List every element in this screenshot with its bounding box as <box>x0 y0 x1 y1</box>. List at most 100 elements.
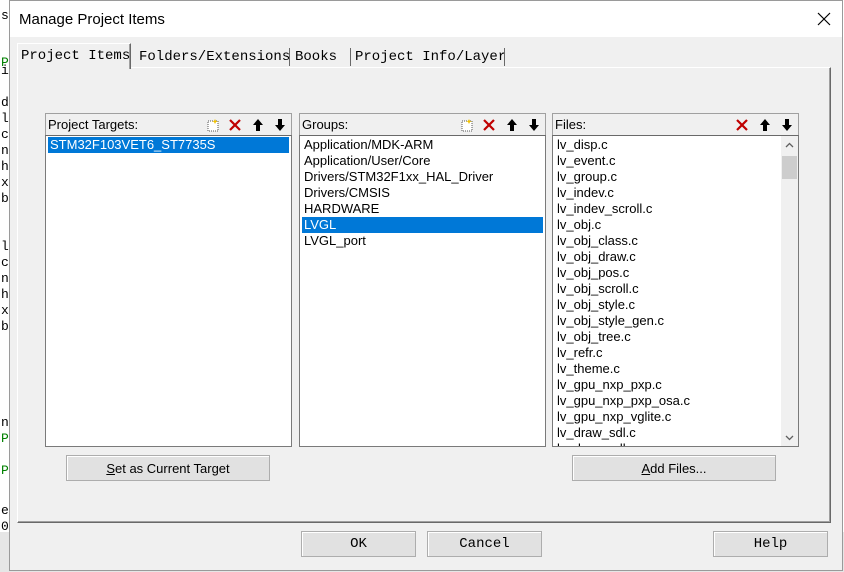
dialog-title: Manage Project Items <box>19 11 165 28</box>
background-code-glyph: x <box>1 303 9 318</box>
groups-header: Groups: <box>299 113 546 135</box>
scroll-up-button[interactable] <box>781 136 798 153</box>
tab-folders-extensions[interactable]: Folders/Extensions <box>136 46 293 68</box>
tab-project-items[interactable]: Project Items <box>17 43 131 69</box>
cancel-button[interactable]: Cancel <box>427 531 542 557</box>
move-file-up-button[interactable] <box>755 115 775 134</box>
move-group-down-button[interactable] <box>524 115 544 134</box>
list-item[interactable]: Application/User/Core <box>302 153 543 169</box>
list-item[interactable]: lv_draw_sdl_... <box>555 441 779 446</box>
background-code-glyph: b <box>1 319 9 334</box>
scroll-thumb[interactable] <box>782 156 797 179</box>
background-code-glyph: e <box>1 503 9 518</box>
background-code-glyph: h <box>1 159 9 174</box>
list-item[interactable]: STM32F103VET6_ST7735S <box>48 137 289 153</box>
delete-file-button[interactable] <box>732 115 752 134</box>
files-listbox[interactable]: lv_draw_sdl_...lv_draw_sdl.clv_gpu_nxp_v… <box>552 135 799 447</box>
list-item[interactable]: lv_obj_style.c <box>555 297 779 313</box>
background-code-glyph: h <box>1 287 9 302</box>
list-item[interactable]: LVGL <box>302 217 543 233</box>
files-label: Files: <box>555 117 587 132</box>
move-group-up-button[interactable] <box>502 115 522 134</box>
new-item-icon <box>461 118 473 131</box>
targets-label: Project Targets: <box>48 117 139 132</box>
set-current-target-access-key: S <box>106 460 115 476</box>
list-item[interactable]: Drivers/STM32F1xx_HAL_Driver <box>302 169 543 185</box>
background-code-glyph: i <box>1 63 9 78</box>
background-code-glyph: n <box>1 143 9 158</box>
manage-project-items-dialog: Manage Project Items Project Items Folde… <box>9 0 843 571</box>
list-item[interactable]: lv_indev_scroll.c <box>555 201 779 217</box>
background-code-glyph: b <box>1 191 9 206</box>
background-code-glyph: s <box>1 8 9 23</box>
help-button[interactable]: Help <box>713 531 828 557</box>
list-item[interactable]: lv_gpu_nxp_pxp.c <box>555 377 779 393</box>
delete-icon <box>483 118 495 131</box>
move-file-down-button[interactable] <box>777 115 797 134</box>
groups-listbox[interactable]: LVGL_port LVGL HARDWARE Drivers/CMSIS Driver… <box>299 135 546 447</box>
new-group-button[interactable] <box>457 115 477 134</box>
list-item[interactable]: LVGL_port <box>302 233 543 249</box>
background-code-glyph: d <box>1 95 9 110</box>
tab-separator <box>504 48 505 66</box>
list-item[interactable]: lv_event.c <box>555 153 779 169</box>
list-item[interactable]: lv_obj_pos.c <box>555 265 779 281</box>
targets-listbox[interactable]: STM32F103VET6_ST7735S <box>45 135 292 447</box>
list-item[interactable]: lv_obj_class.c <box>555 233 779 249</box>
chevron-up-icon <box>785 142 794 147</box>
list-item[interactable]: lv_obj_style_gen.c <box>555 313 779 329</box>
list-item[interactable]: lv_obj_tree.c <box>555 329 779 345</box>
background-code-glyph: c <box>1 127 9 142</box>
arrow-down-icon <box>275 118 285 131</box>
groups-label: Groups: <box>302 117 349 132</box>
background-code-glyph: x <box>1 175 9 190</box>
delete-group-button[interactable] <box>479 115 499 134</box>
list-item[interactable]: lv_gpu_nxp_pxp_osa.c <box>555 393 779 409</box>
add-files-label: dd Files... <box>650 460 707 476</box>
tab-project-info-layer[interactable]: Project Info/Layer <box>352 46 509 68</box>
move-target-down-button[interactable] <box>270 115 290 134</box>
background-code-glyph: c <box>1 255 9 270</box>
background-code-glyph: P <box>1 463 9 478</box>
new-item-icon <box>207 118 219 131</box>
close-button[interactable] <box>810 5 838 33</box>
set-current-target-button[interactable]: Set as Current Target <box>66 455 270 481</box>
background-code-glyph: l <box>1 239 9 254</box>
add-files-access-key: A <box>641 460 651 476</box>
title-bar: Manage Project Items <box>10 1 842 37</box>
background-code-glyph: l <box>1 111 9 126</box>
list-item[interactable]: lv_draw_sdl.c <box>555 425 779 441</box>
list-item[interactable]: Drivers/CMSIS <box>302 185 543 201</box>
arrow-up-icon <box>253 118 263 131</box>
list-item[interactable]: HARDWARE <box>302 201 543 217</box>
list-item[interactable]: lv_theme.c <box>555 361 779 377</box>
add-files-button[interactable]: Add Files... <box>572 455 776 481</box>
ok-button[interactable]: OK <box>301 531 416 557</box>
move-target-up-button[interactable] <box>248 115 268 134</box>
arrow-up-icon <box>507 118 517 131</box>
list-item[interactable]: Application/MDK-ARM <box>302 137 543 153</box>
close-icon <box>817 12 831 26</box>
files-header: Files: <box>552 113 799 135</box>
targets-header: Project Targets: <box>45 113 292 135</box>
list-item[interactable]: lv_obj_scroll.c <box>555 281 779 297</box>
delete-target-button[interactable] <box>225 115 245 134</box>
list-item[interactable]: lv_group.c <box>555 169 779 185</box>
list-item[interactable]: lv_gpu_nxp_vglite.c <box>555 409 779 425</box>
tab-separator <box>289 48 290 66</box>
list-item[interactable]: lv_refr.c <box>555 345 779 361</box>
list-item[interactable]: lv_indev.c <box>555 185 779 201</box>
delete-icon <box>229 118 241 131</box>
chevron-down-icon <box>785 435 794 440</box>
set-current-target-label: et as Current Target <box>115 460 230 476</box>
list-item[interactable]: lv_obj.c <box>555 217 779 233</box>
scroll-down-button[interactable] <box>781 429 798 446</box>
list-item[interactable]: lv_disp.c <box>555 137 779 153</box>
project-items-panel: Project Targets: STM32F103VET6_ST7735S G… <box>17 67 831 523</box>
tab-books[interactable]: Books <box>292 46 340 68</box>
new-target-button[interactable] <box>203 115 223 134</box>
background-code-glyph: n <box>1 271 9 286</box>
list-item[interactable]: lv_obj_draw.c <box>555 249 779 265</box>
files-scrollbar[interactable] <box>781 136 798 446</box>
tab-separator <box>350 48 351 66</box>
